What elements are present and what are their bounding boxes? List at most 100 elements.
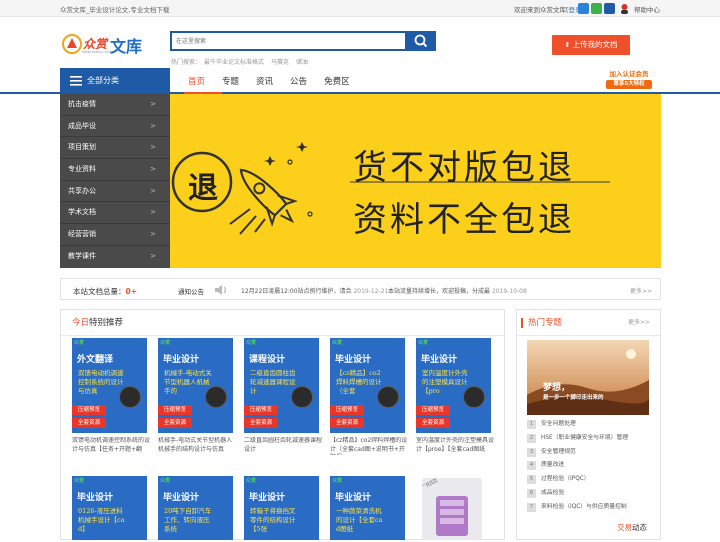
card-title: 毕业设计 [77, 493, 114, 503]
hot-topic-label: HSE（职业健康安全与环境）管理 [541, 434, 629, 441]
card-subtitle: 转箱子将换挡叉零件的结构设计【5张 [250, 507, 296, 533]
renren-icon[interactable] [604, 3, 615, 14]
recommend-card-caption[interactable]: 室内温度计外壳的注塑模具设计【proe】【全套cad图纸 [416, 437, 494, 455]
hot-topic-rank: 7 [527, 502, 536, 512]
chevron-right-icon: > [150, 100, 156, 108]
nav-news[interactable]: 资讯 [256, 75, 273, 87]
chevron-right-icon: > [150, 230, 156, 239]
help-center-link[interactable]: 帮助中心 [634, 4, 660, 14]
recommend-card[interactable]: 众赏 毕业设计 一种蔬菜清洗机的设计【全套cad图纸 [330, 476, 405, 540]
hot-topic-image[interactable]: 梦想， 是一步一个脚印走出来的 [527, 340, 649, 415]
nav-free-zone[interactable]: 免费区 [324, 75, 350, 87]
sidebar-item-academic[interactable]: 学术文档 > [60, 202, 170, 225]
card-tag-full: 全套资源 [158, 418, 192, 428]
sidebar-item-project-planning[interactable]: 项目策划 > [60, 137, 170, 160]
all-categories-header[interactable]: 全部分类 [60, 68, 170, 93]
recommend-card[interactable]: 众赏 课程设计 二级直齿圆柱齿轮减速器课程设计 压缩预览 全套资源 [244, 338, 319, 433]
card-badge: 众赏 [332, 340, 343, 346]
card-tag-preview: 压缩预览 [72, 405, 106, 415]
upload-document-button[interactable]: ⬆ 上传我的文档 [552, 35, 630, 55]
hot-search-term[interactable]: 储油 [296, 59, 308, 66]
recommend-card-caption[interactable]: 双馈电动机调速控制系统的设计与仿真【任务+开题+翻 [72, 437, 150, 455]
notice-item-1[interactable]: 12月22日凌晨12:00站点例行维护，请合 2019-12-21 [241, 286, 388, 295]
hot-topic-rank: 5 [527, 475, 536, 485]
recommend-card-caption[interactable]: 二级直齿圆柱齿轮减速器课程设计 [244, 437, 322, 455]
card-badge: 众赏 [74, 478, 85, 484]
hot-topic-item[interactable]: 4 质量改进 [527, 459, 657, 471]
recommend-title: 今日特别推荐 [61, 310, 504, 336]
card-badge: 众赏 [246, 340, 257, 346]
card-title: 毕业设计 [335, 493, 372, 503]
sidebar-item-courseware[interactable]: 教学课件 > [60, 246, 170, 268]
category-sidebar: 抗击疫情 > 成品毕设 > 项目策划 > 专业资料 > 共享办公 > 学术文档 > 经营营销… [60, 94, 170, 268]
hot-searches: 热门搜索： 最牛毕业论文标准格式 马赛克 储油 [171, 57, 315, 66]
hot-topics-title: 热门专题 更多>> [517, 310, 660, 336]
search-input[interactable] [172, 33, 392, 49]
nav-topics[interactable]: 专题 [222, 75, 239, 87]
user-icon[interactable] [619, 3, 630, 14]
logo-text: 文库 [110, 37, 143, 56]
upload-icon: ⬆ [564, 41, 573, 49]
chevron-right-icon: > [150, 186, 156, 195]
hot-topic-item[interactable]: 5 过程检验（IPQC） [527, 473, 657, 485]
hot-topic-item[interactable]: 1 安全问题处理 [527, 418, 657, 429]
recommend-card-caption[interactable]: 机械手-电动式关节型机器人机械手的结构设计与仿真 [158, 437, 236, 455]
search-box [170, 31, 407, 51]
recommend-card[interactable]: 众赏 外文翻译 双馈电动机调速控制系统的设计与仿真 压缩预览 全套资源 [72, 338, 147, 433]
desert-image [527, 340, 649, 415]
stats-bar: 本站文档总量：0+ 通知公告 12月22日凌晨12:00站点例行维护，请合 20… [60, 278, 661, 300]
member-promo[interactable]: 加入认证会员 尊享5大特权 [606, 70, 652, 90]
sidebar-item-office[interactable]: 共享办公 > [60, 181, 170, 203]
card-title: 毕业设计 [163, 493, 200, 503]
menu-icon [70, 76, 82, 86]
card-tag-preview: 压缩预览 [330, 405, 364, 415]
notice-item-2[interactable]: 本站流量持续增长，欢迎投稿，分成最 2019-10-08 [388, 286, 527, 295]
chevron-right-icon: > [150, 165, 156, 174]
card-thumbnail [119, 386, 141, 408]
logo-url: www.zsdocx.com [82, 50, 112, 54]
card-title: 课程设计 [249, 355, 286, 365]
recommend-card[interactable]: 众赏 毕业设计 【cz精品】co2焊料焊槽的设计（全套 压缩预览 全套资源 [330, 338, 405, 433]
rar-archive-icon[interactable]: RAR [416, 476, 491, 540]
hot-topics-more-link[interactable]: 更多>> [628, 310, 650, 336]
sidebar-item-professional[interactable]: 专业资料 > [60, 159, 170, 181]
hot-topic-label: 成品检验 [541, 490, 565, 496]
hot-topic-rank: 4 [527, 461, 536, 471]
notice-more-link[interactable]: 更多>> [630, 286, 652, 295]
hot-topic-item[interactable]: 6 成品检验 [527, 487, 657, 498]
card-badge: 众赏 [160, 478, 171, 484]
nav-home[interactable]: 首页 [188, 75, 205, 87]
recommend-card[interactable]: 众赏 毕业设计 室内温度计外壳的注塑模具设计【pro 压缩预览 全套资源 [416, 338, 491, 433]
sidebar-item-epidemic[interactable]: 抗击疫情 > [60, 94, 170, 116]
hot-search-term[interactable]: 最牛毕业论文标准格式 [204, 59, 264, 66]
hot-topic-item[interactable]: 7 来料检验（IQC）与供应质量控制 [527, 501, 657, 512]
recommend-card[interactable]: 众赏 毕业设计 0126-液压进料机械手设计【cad】 [72, 476, 147, 540]
wechat-icon[interactable] [591, 3, 602, 14]
nav-announcements[interactable]: 公告 [290, 75, 307, 87]
card-title: 外文翻译 [77, 355, 114, 365]
top-welcome: 欢迎来到众赏文库[登录] [514, 6, 584, 14]
recommend-card[interactable]: 众赏 毕业设计 20吨下自卸汽车工作、转向液压系统 [158, 476, 233, 540]
chevron-right-icon: > [150, 143, 156, 152]
card-thumbnail [291, 386, 313, 408]
notice-label: 通知公告 [178, 288, 204, 296]
chevron-right-icon: > [150, 208, 156, 217]
hot-topic-item[interactable]: 3 安全管理规范 [527, 446, 657, 457]
banner-line-1: 货不对版包退 [353, 148, 575, 188]
hot-topic-rank: 1 [527, 420, 536, 429]
recommend-card-caption[interactable]: 【cz精品】co2焊料焊槽的设计（全套cad图+说明书+开题报 [330, 437, 408, 455]
search-button[interactable] [406, 31, 436, 51]
site-logo[interactable]: 众赏 文库 www.zsdocx.com [62, 31, 144, 57]
recommend-card[interactable]: 众赏 毕业设计 机械手-电动式关节型机器人机械手的 压缩预览 全套资源 [158, 338, 233, 433]
card-badge: 众赏 [418, 340, 429, 346]
hero-banner[interactable]: 退 货不对版包退 资料不全包退 [170, 94, 661, 268]
hot-search-term[interactable]: 马赛克 [271, 59, 289, 66]
card-subtitle: 一种蔬菜清洗机的设计【全套cad图纸 [336, 507, 383, 533]
sidebar-item-graduation-design[interactable]: 成品毕设 > [60, 116, 170, 138]
welcome-text: 欢迎来到众赏文库 [514, 6, 566, 14]
total-docs-label: 本站文档总量：0+ [73, 287, 138, 296]
recommend-card[interactable]: 众赏 毕业设计 转箱子将换挡叉零件的结构设计【5张 [244, 476, 319, 540]
qq-icon[interactable] [578, 3, 589, 14]
sidebar-item-marketing[interactable]: 经营营销 > [60, 224, 170, 246]
hot-topic-item[interactable]: 2 HSE（职业健康安全与环境）管理 [527, 432, 657, 443]
